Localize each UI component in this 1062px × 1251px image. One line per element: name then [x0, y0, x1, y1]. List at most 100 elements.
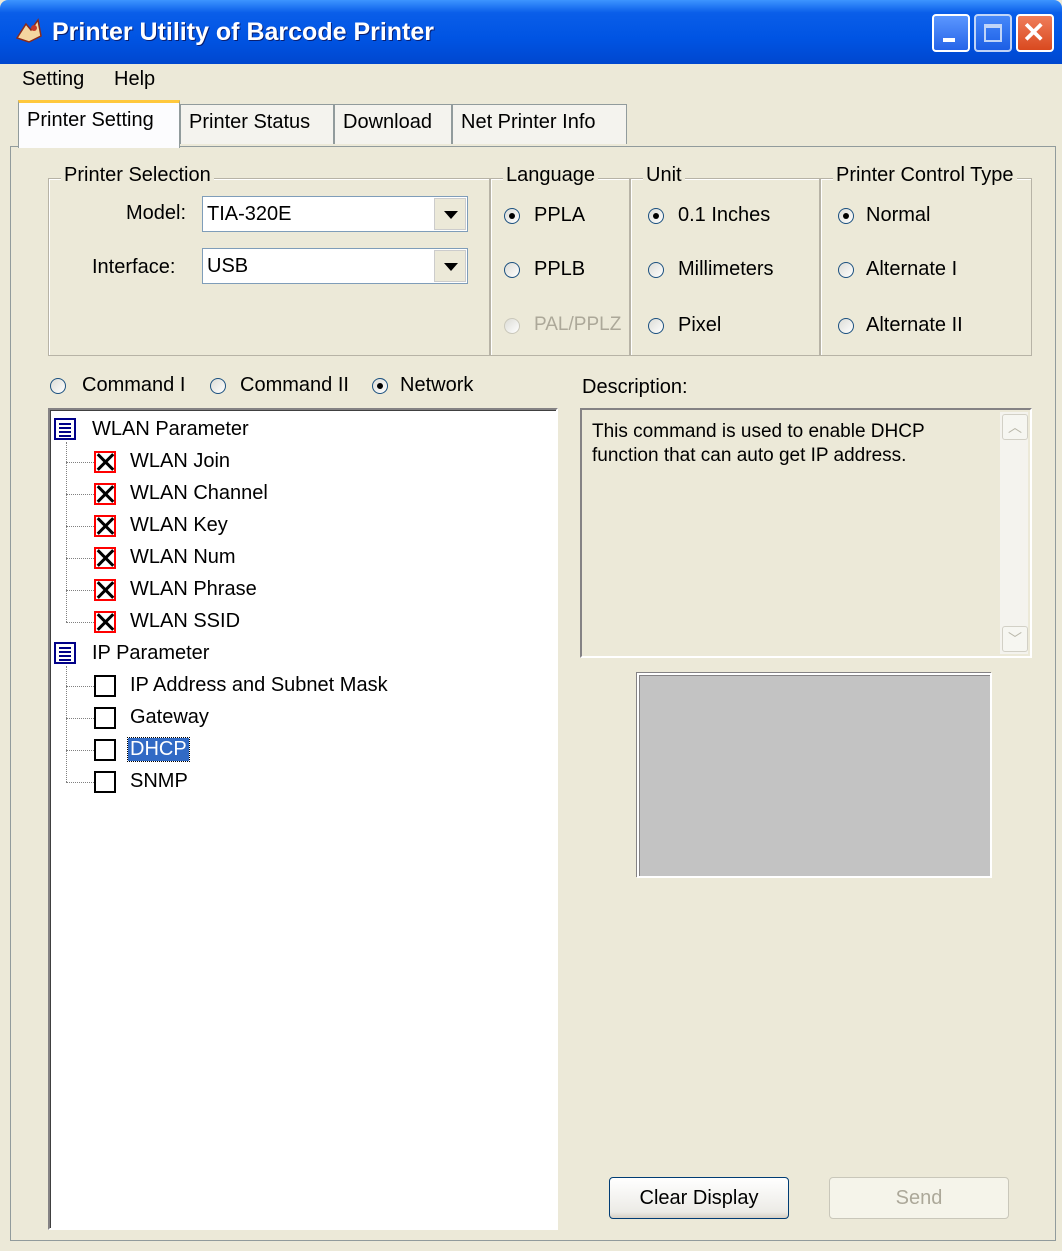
send-button: Send: [829, 1177, 1009, 1219]
tree-item-wlan-phrase[interactable]: WLAN Phrase: [130, 578, 257, 601]
tree-connector: [66, 558, 94, 559]
radio-alternate-ii[interactable]: [838, 318, 854, 334]
model-select[interactable]: TIA-320E: [202, 196, 468, 232]
tree-connector: [66, 750, 94, 751]
description-text: This command is used to enable DHCP func…: [592, 421, 925, 466]
radio-command-ii[interactable]: [210, 378, 226, 394]
network-label: Network: [400, 374, 474, 396]
language-legend: Language: [503, 164, 598, 187]
scroll-down-button[interactable]: ﹀: [1002, 626, 1028, 652]
tab-label: Download: [343, 111, 432, 133]
tree-connector: [66, 494, 94, 495]
radio-network[interactable]: [372, 378, 388, 394]
checkbox-wlan-join[interactable]: [94, 451, 116, 473]
radio-alternate-i[interactable]: [838, 262, 854, 278]
tree-item-wlan-channel[interactable]: WLAN Channel: [130, 482, 268, 505]
tree-item-wlan-key[interactable]: WLAN Key: [130, 514, 228, 537]
radio-pixel[interactable]: [648, 318, 664, 334]
close-icon: ✕: [1022, 17, 1046, 48]
tab-label: Printer Status: [189, 111, 311, 133]
parameter-tree[interactable]: WLAN Parameter WLAN Join WLAN Channel WL…: [48, 408, 558, 1230]
millimeters-label: Millimeters: [678, 258, 774, 280]
tree-connector: [66, 442, 67, 622]
tab-label: Net Printer Info: [461, 111, 596, 133]
interface-select[interactable]: USB: [202, 248, 468, 284]
tree-item-gateway[interactable]: Gateway: [130, 706, 209, 729]
maximize-button[interactable]: [974, 14, 1012, 52]
tree-item-wlan-join[interactable]: WLAN Join: [130, 450, 230, 473]
checkbox-wlan-ssid[interactable]: [94, 611, 116, 633]
model-dropdown-button[interactable]: [434, 198, 466, 230]
interface-value: USB: [207, 255, 249, 277]
tree-group-wlan[interactable]: WLAN Parameter: [92, 418, 249, 441]
app-icon: [14, 16, 44, 46]
tree-item-dhcp[interactable]: DHCP: [127, 737, 190, 762]
scroll-up-button[interactable]: ︿: [1002, 414, 1028, 440]
unit-legend: Unit: [643, 164, 685, 187]
command-ii-label: Command II: [240, 374, 349, 396]
ppla-label: PPLA: [534, 204, 586, 226]
pplb-label: PPLB: [534, 258, 586, 280]
printer-selection-legend: Printer Selection: [61, 164, 214, 187]
radio-pplb[interactable]: [504, 262, 520, 278]
window-title: Printer Utility of Barcode Printer: [52, 18, 435, 46]
interface-dropdown-button[interactable]: [434, 250, 466, 282]
tree-connector: [66, 782, 94, 783]
tree-connector: [66, 590, 94, 591]
control-type-legend: Printer Control Type: [833, 164, 1017, 187]
chevron-up-icon: ︿: [1008, 419, 1022, 435]
minimize-icon: [943, 38, 955, 42]
command-i-label: Command I: [82, 374, 186, 396]
pal-pplz-label: PAL/PPLZ: [534, 314, 622, 335]
chevron-down-icon: ﹀: [1008, 631, 1022, 647]
title-bar[interactable]: Printer Utility of Barcode Printer ✕: [0, 0, 1062, 64]
checkbox-wlan-phrase[interactable]: [94, 579, 116, 601]
pixel-label: Pixel: [678, 314, 722, 336]
list-icon: [54, 642, 76, 664]
tree-item-snmp[interactable]: SNMP: [130, 770, 188, 793]
maximize-icon: [984, 24, 1002, 42]
menu-bar: [0, 64, 1062, 98]
radio-normal[interactable]: [838, 208, 854, 224]
menu-help[interactable]: Help: [114, 68, 155, 91]
tree-item-wlan-num[interactable]: WLAN Num: [130, 546, 236, 569]
clear-display-button[interactable]: Clear Display: [609, 1177, 789, 1219]
tree-connector: [66, 686, 94, 687]
tree-connector: [66, 462, 94, 463]
tab-net-printer-info[interactable]: Net Printer Info: [452, 104, 627, 144]
description-box[interactable]: This command is used to enable DHCP func…: [580, 408, 1032, 658]
description-scrollbar[interactable]: ︿ ﹀: [1000, 412, 1028, 654]
tree-connector: [66, 718, 94, 719]
checkbox-snmp[interactable]: [94, 771, 116, 793]
tab-download[interactable]: Download: [334, 104, 452, 144]
radio-pal-pplz: [504, 318, 520, 334]
checkbox-gateway[interactable]: [94, 707, 116, 729]
alternate-i-label: Alternate I: [866, 258, 958, 280]
radio-ppla[interactable]: [504, 208, 520, 224]
checkbox-dhcp[interactable]: [94, 739, 116, 761]
chevron-down-icon: [444, 263, 458, 271]
list-icon: [54, 418, 76, 440]
tree-group-ip[interactable]: IP Parameter: [92, 642, 209, 665]
menu-setting[interactable]: Setting: [22, 68, 84, 91]
radio-inches[interactable]: [648, 208, 664, 224]
checkbox-wlan-key[interactable]: [94, 515, 116, 537]
inches-label: 0.1 Inches: [678, 204, 771, 226]
radio-millimeters[interactable]: [648, 262, 664, 278]
model-label: Model:: [126, 202, 187, 224]
close-button[interactable]: ✕: [1016, 14, 1054, 52]
tree-item-ip-address[interactable]: IP Address and Subnet Mask: [130, 674, 388, 697]
checkbox-wlan-num[interactable]: [94, 547, 116, 569]
radio-command-i[interactable]: [50, 378, 66, 394]
description-label: Description:: [582, 376, 688, 398]
interface-label: Interface:: [92, 256, 176, 278]
checkbox-ip-address[interactable]: [94, 675, 116, 697]
tree-item-wlan-ssid[interactable]: WLAN SSID: [130, 610, 240, 633]
preview-area: [637, 673, 992, 878]
chevron-down-icon: [444, 211, 458, 219]
checkbox-wlan-channel[interactable]: [94, 483, 116, 505]
tab-printer-status[interactable]: Printer Status: [180, 104, 334, 144]
tab-printer-setting[interactable]: Printer Setting: [18, 100, 180, 148]
minimize-button[interactable]: [932, 14, 970, 52]
alternate-ii-label: Alternate II: [866, 314, 963, 336]
